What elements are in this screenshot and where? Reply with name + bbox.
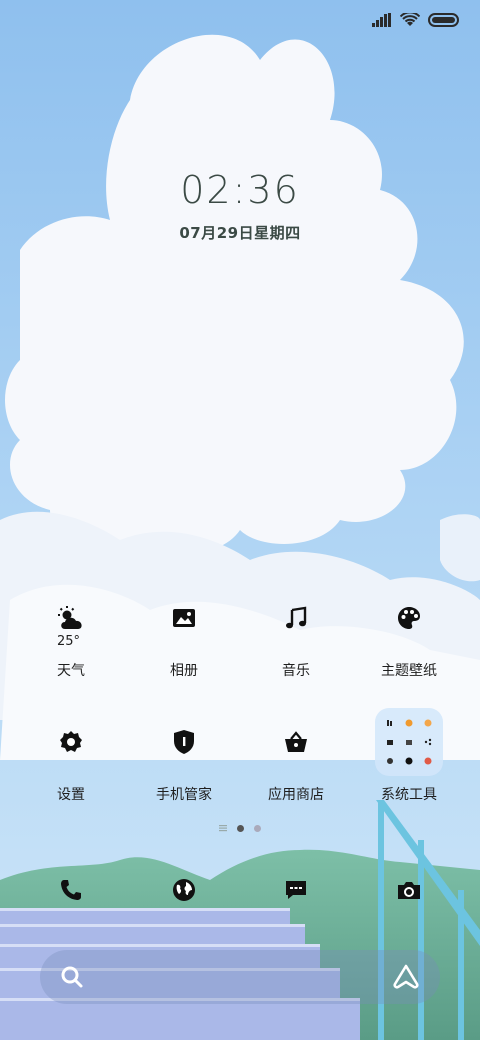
app-themes[interactable]: 主题壁纸 — [353, 594, 465, 680]
page-dot-current — [237, 824, 244, 832]
status-bar — [372, 8, 460, 32]
mini-app-icon — [418, 733, 437, 752]
assistant-icon[interactable] — [392, 964, 420, 990]
app-security[interactable]: 手机管家 — [128, 718, 240, 804]
app-label: 音乐 — [282, 663, 310, 679]
palette-icon — [398, 607, 420, 629]
app-label: 相册 — [170, 663, 198, 679]
mini-app-icon — [400, 733, 419, 752]
dock-browser[interactable] — [128, 866, 240, 914]
dock-phone[interactable] — [15, 866, 127, 914]
app-system-tools-folder[interactable]: 系统工具 — [353, 706, 465, 804]
gallery-icon — [173, 609, 195, 627]
mini-app-icon — [381, 733, 400, 752]
mini-app-icon — [418, 714, 437, 733]
page-indicator[interactable] — [0, 824, 480, 832]
app-label: 手机管家 — [156, 787, 212, 803]
mini-app-icon — [418, 751, 437, 770]
app-gallery[interactable]: 相册 — [128, 594, 240, 680]
page-dot — [254, 824, 261, 832]
dock-messages[interactable] — [240, 866, 352, 914]
app-music[interactable]: 音乐 — [240, 594, 352, 680]
dock-camera[interactable] — [353, 866, 465, 914]
app-label: 系统工具 — [381, 787, 437, 803]
wifi-icon — [400, 13, 420, 26]
date: 07月29日星期四 — [179, 224, 301, 242]
app-label: 天气 — [57, 663, 85, 679]
home-screen: 02:36 07月29日星期四 天气 25° 相册 音乐 主题壁纸 设置 手机管… — [0, 0, 480, 1040]
shield-icon — [174, 730, 194, 754]
music-icon — [286, 606, 307, 629]
app-label: 主题壁纸 — [381, 663, 437, 679]
weather-temperature: 25° — [57, 634, 81, 649]
basket-icon — [285, 731, 307, 752]
mini-app-icon — [400, 714, 419, 733]
search-bar[interactable] — [40, 950, 440, 1004]
page-list-indicator-icon — [219, 825, 227, 832]
mini-app-icon — [400, 751, 419, 770]
mini-app-icon — [381, 751, 400, 770]
browser-icon — [173, 879, 195, 901]
clock[interactable]: 02:36 — [0, 168, 480, 212]
gear-icon — [60, 731, 82, 752]
phone-icon — [61, 880, 81, 900]
mini-app-icon — [381, 714, 400, 733]
app-label: 设置 — [57, 787, 85, 803]
message-icon — [286, 881, 306, 899]
signal-icon — [372, 13, 391, 27]
battery-icon — [428, 13, 459, 27]
weather-icon — [58, 606, 82, 629]
app-label: 应用商店 — [268, 787, 324, 803]
app-settings[interactable]: 设置 — [15, 718, 127, 804]
search-icon[interactable] — [60, 965, 84, 989]
camera-icon — [398, 882, 420, 899]
app-store[interactable]: 应用商店 — [240, 718, 352, 804]
folder-icon — [375, 708, 443, 776]
